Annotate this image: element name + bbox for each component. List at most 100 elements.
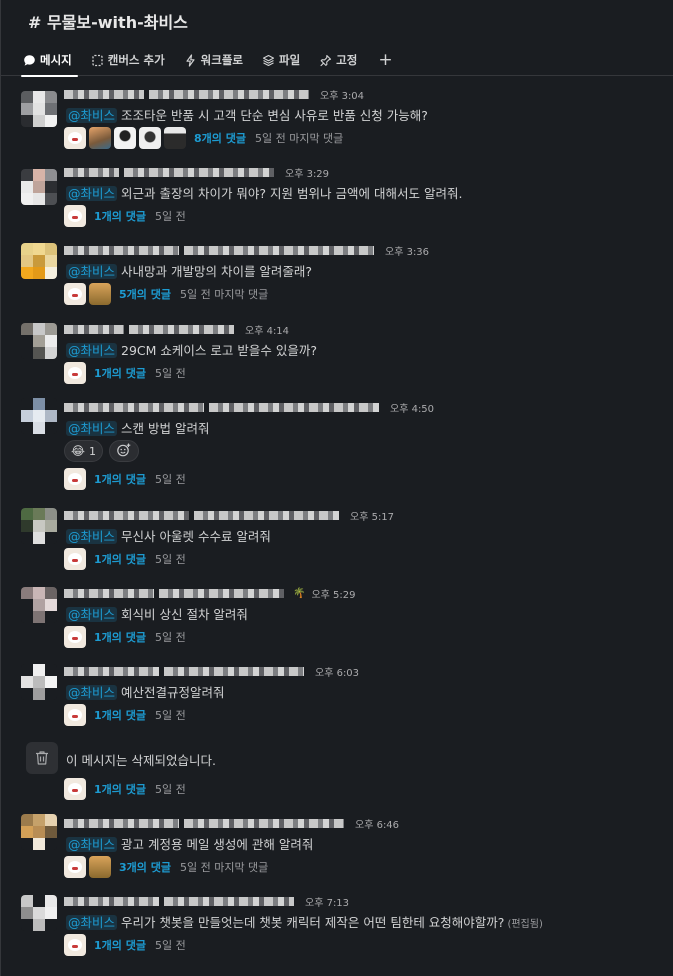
workflow-icon xyxy=(184,53,197,67)
bot-avatar xyxy=(64,548,86,570)
message-body: @촤비스 예산전결규정알려줘 xyxy=(66,682,225,701)
tab-messages[interactable]: 메시지 xyxy=(21,51,78,77)
channel-tabs: 메시지 캔버스 추가 워크플로 파일 고정 + xyxy=(21,51,393,77)
sender-title-redacted xyxy=(124,167,274,177)
sender-name-redacted[interactable] xyxy=(64,666,159,676)
reply-count-link[interactable]: 1개의 댓글 xyxy=(94,781,146,797)
sender-title-redacted xyxy=(184,245,374,255)
message-time[interactable]: 오후 6:03 xyxy=(315,664,359,679)
sender-name-redacted[interactable] xyxy=(64,324,124,334)
last-reply-time: 5일 전 xyxy=(154,473,186,486)
message-time[interactable]: 오후 3:29 xyxy=(285,165,329,180)
message-time[interactable]: 오후 7:13 xyxy=(305,894,349,909)
last-reply-time: 5일 전 xyxy=(154,783,186,796)
thread-replies[interactable]: 3개의 댓글 5일 전 마지막 댓글 xyxy=(64,856,268,878)
tab-add-canvas[interactable]: 캔버스 추가 xyxy=(91,51,165,69)
avatar[interactable] xyxy=(21,91,57,127)
message-time[interactable]: 오후 3:36 xyxy=(385,243,429,258)
message-text: 외근과 출장의 차이가 뭐야? 지원 범위나 금액에 대해서도 알려줘. xyxy=(121,186,463,201)
reply-count-link[interactable]: 1개의 댓글 xyxy=(94,629,146,645)
thread-replies[interactable]: 1개의 댓글 5일 전 xyxy=(64,704,186,726)
message-time[interactable]: 오후 4:50 xyxy=(390,400,434,415)
reply-count-link[interactable]: 3개의 댓글 xyxy=(119,859,171,875)
palm-tree-status-icon[interactable]: 🌴 xyxy=(293,588,305,599)
message-text: 무신사 아울렛 수수료 알려줘 xyxy=(121,529,271,544)
reply-count-link[interactable]: 1개의 댓글 xyxy=(94,208,146,224)
thread-replies[interactable]: 1개의 댓글 5일 전 xyxy=(64,778,186,800)
mention[interactable]: @촤비스 xyxy=(66,186,118,201)
add-tab-button[interactable]: + xyxy=(378,51,392,69)
sender-name-redacted[interactable] xyxy=(64,588,154,598)
message-time[interactable]: 오후 5:17 xyxy=(350,508,394,523)
mention[interactable]: @촤비스 xyxy=(66,837,118,852)
sender-name-redacted[interactable] xyxy=(64,896,159,906)
last-reply-time: 5일 전 마지막 댓글 xyxy=(179,861,269,874)
message-text: 광고 계정용 메일 생성에 관해 알려줘 xyxy=(121,837,314,852)
reply-count-link[interactable]: 1개의 댓글 xyxy=(94,707,146,723)
message-body: @촤비스 우리가 챗봇을 만들엇는데 챗봇 캐릭터 제작은 어떤 팀한테 요청해야… xyxy=(66,912,543,931)
avatar[interactable] xyxy=(21,587,57,623)
avatar[interactable] xyxy=(21,169,57,205)
reaction-pill[interactable]: 😂 1 xyxy=(64,440,104,462)
message-time[interactable]: 오후 4:14 xyxy=(245,322,289,337)
avatar[interactable] xyxy=(21,398,57,434)
message-text: 스캔 방법 알려줘 xyxy=(121,421,210,436)
pin-icon xyxy=(319,54,332,67)
thread-replies[interactable]: 8개의 댓글 5일 전 마지막 댓글 xyxy=(64,127,343,149)
message-time[interactable]: 오후 3:04 xyxy=(320,87,364,102)
bot-avatar xyxy=(64,283,86,305)
last-reply-time: 5일 전 xyxy=(154,553,186,566)
sender-name-redacted[interactable] xyxy=(64,167,119,177)
add-reaction-button[interactable] xyxy=(109,440,140,462)
channel-view: # 무물보-with-촤비스 메시지 캔버스 추가 워크플로 파일 고정 + 오… xyxy=(0,0,673,976)
mention[interactable]: @촤비스 xyxy=(66,343,118,358)
tab-workflow[interactable]: 워크플로 xyxy=(184,51,243,69)
message-time[interactable]: 오후 6:46 xyxy=(355,816,399,831)
avatar[interactable] xyxy=(21,508,57,544)
reply-count-link[interactable]: 5개의 댓글 xyxy=(119,286,171,302)
avatar[interactable] xyxy=(21,664,57,700)
avatar[interactable] xyxy=(21,895,57,931)
mention[interactable]: @촤비스 xyxy=(66,421,118,436)
reactions: 😂 1 xyxy=(64,440,140,462)
thread-replies[interactable]: 1개의 댓글 5일 전 xyxy=(64,362,186,384)
reply-count-link[interactable]: 1개의 댓글 xyxy=(94,937,146,953)
tab-files[interactable]: 파일 xyxy=(262,51,300,69)
sender-name-redacted[interactable] xyxy=(64,245,179,255)
avatar[interactable] xyxy=(21,243,57,279)
bot-avatar xyxy=(64,778,86,800)
message-text: 29CM 쇼케이스 로고 받을수 있을까? xyxy=(121,343,317,358)
tab-pinned[interactable]: 고정 xyxy=(319,51,357,69)
reply-count-link[interactable]: 8개의 댓글 xyxy=(194,130,246,146)
message-meta: 오후 3:29 xyxy=(64,165,329,180)
mention[interactable]: @촤비스 xyxy=(66,685,118,700)
message-time[interactable]: 오후 5:29 xyxy=(311,586,355,601)
mention[interactable]: @촤비스 xyxy=(66,915,118,930)
files-icon xyxy=(262,54,275,67)
thread-replies[interactable]: 5개의 댓글 5일 전 마지막 댓글 xyxy=(64,283,268,305)
tab-label: 메시지 xyxy=(40,53,72,67)
sender-name-redacted[interactable] xyxy=(64,510,189,520)
reply-count-link[interactable]: 1개의 댓글 xyxy=(94,365,146,381)
thread-replies[interactable]: 1개의 댓글 5일 전 xyxy=(64,468,186,490)
avatar[interactable] xyxy=(21,814,57,850)
sender-name-redacted[interactable] xyxy=(64,818,179,828)
mention[interactable]: @촤비스 xyxy=(66,529,118,544)
message-meta: 오후 5:17 xyxy=(64,508,394,523)
mention[interactable]: @촤비스 xyxy=(66,264,118,279)
bot-avatar xyxy=(64,468,86,490)
mention[interactable]: @촤비스 xyxy=(66,607,118,622)
thread-replies[interactable]: 1개의 댓글 5일 전 xyxy=(64,626,186,648)
sender-name-redacted[interactable] xyxy=(64,402,204,412)
thread-replies[interactable]: 1개의 댓글 5일 전 xyxy=(64,548,186,570)
avatar[interactable] xyxy=(21,323,57,359)
sender-name-redacted[interactable] xyxy=(64,89,144,99)
mention[interactable]: @촤비스 xyxy=(66,108,118,123)
reply-count-link[interactable]: 1개의 댓글 xyxy=(94,551,146,567)
last-reply-time: 5일 전 xyxy=(154,367,186,380)
thread-replies[interactable]: 1개의 댓글 5일 전 xyxy=(64,934,186,956)
thread-replies[interactable]: 1개의 댓글 5일 전 xyxy=(64,205,186,227)
reply-count-link[interactable]: 1개의 댓글 xyxy=(94,471,146,487)
tab-label: 캔버스 추가 xyxy=(107,53,165,67)
channel-title[interactable]: # 무물보-with-촤비스 xyxy=(28,9,188,33)
